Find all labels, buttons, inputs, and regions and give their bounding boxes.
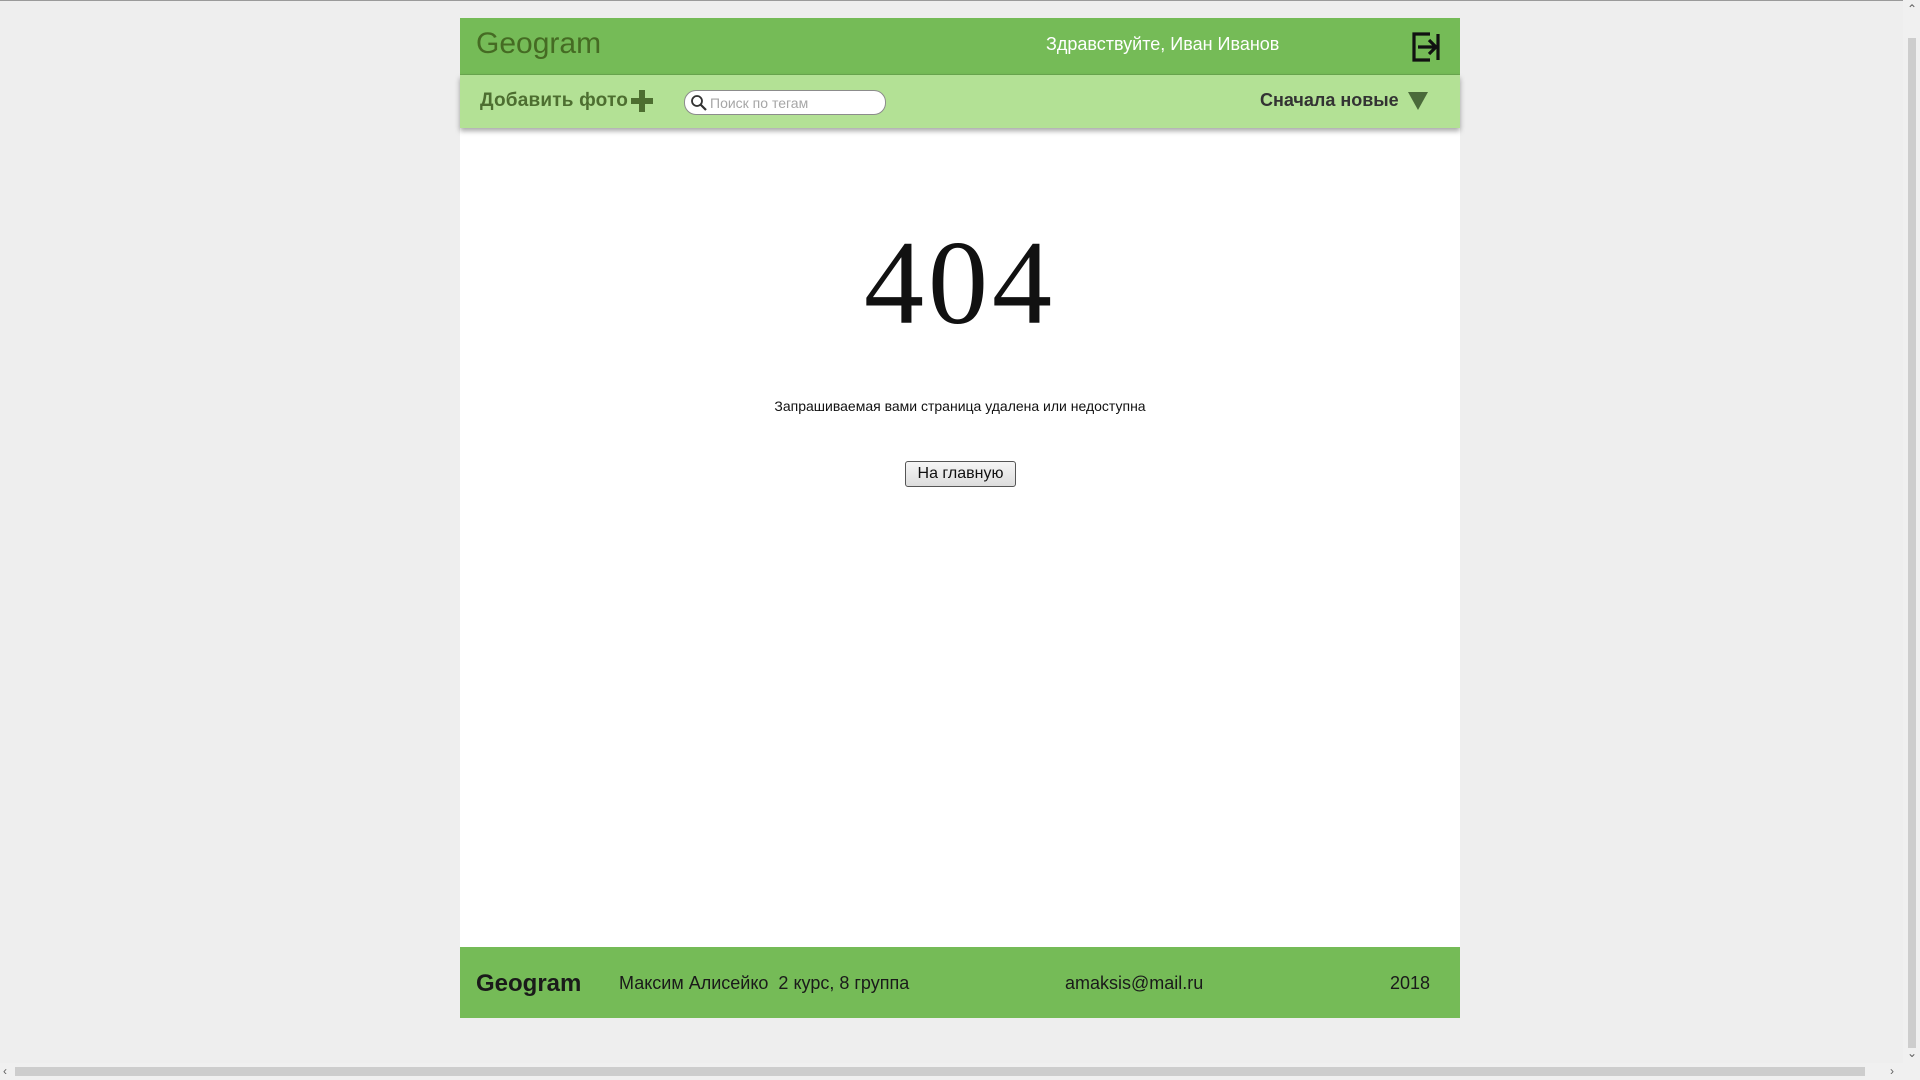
page-container: Geogram Здравствуйте, Иван Иванов Добави… [460,18,1460,1018]
tag-search-box[interactable] [684,90,886,115]
footer-logo: Geogram [476,970,582,997]
add-photo-button[interactable]: Добавить фото [480,87,654,115]
toolbar: Добавить фото Сначала новые [460,75,1460,128]
footer-email[interactable]: amaksis@mail.ru [1065,973,1203,994]
vertical-scrollbar[interactable]: ⌃ ⌄ [1903,0,1920,1063]
search-icon [691,94,707,111]
scroll-right-icon[interactable]: › [1890,1064,1894,1078]
plus-icon [631,90,654,112]
scroll-left-icon[interactable]: ‹ [3,1064,7,1078]
error-message: Запрашиваемая вами страница удалена или … [774,398,1146,414]
vertical-scrollbar-thumb[interactable] [1908,38,1916,1048]
site-header: Geogram Здравствуйте, Иван Иванов [460,18,1460,75]
logout-arrow-icon [1412,32,1440,62]
horizontal-scrollbar-thumb[interactable] [15,1067,1865,1076]
user-greeting: Здравствуйте, Иван Иванов [1046,34,1280,54]
footer-year: 2018 [1390,973,1431,993]
sort-label: Сначала новые [1260,90,1399,110]
tag-search-input[interactable] [710,92,880,113]
scroll-up-icon[interactable]: ⌃ [1907,2,1917,16]
triangle-down-icon [1407,91,1428,110]
window-top-border [0,0,1920,1]
site-logo[interactable]: Geogram [476,27,601,61]
horizontal-scrollbar[interactable]: ‹ › [0,1063,1920,1080]
logout-button[interactable] [1410,31,1442,63]
error-code: 404 [864,216,1056,349]
scroll-down-icon[interactable]: ⌄ [1907,1046,1917,1060]
footer-author: Максим Алисейко 2 курс, 8 группа [619,973,910,993]
home-button[interactable]: На главную [905,461,1016,487]
site-footer: Geogram Максим Алисейко 2 курс, 8 группа… [460,947,1460,1018]
add-photo-label: Добавить фото [480,90,629,111]
sort-dropdown[interactable]: Сначала новые [1260,90,1429,111]
